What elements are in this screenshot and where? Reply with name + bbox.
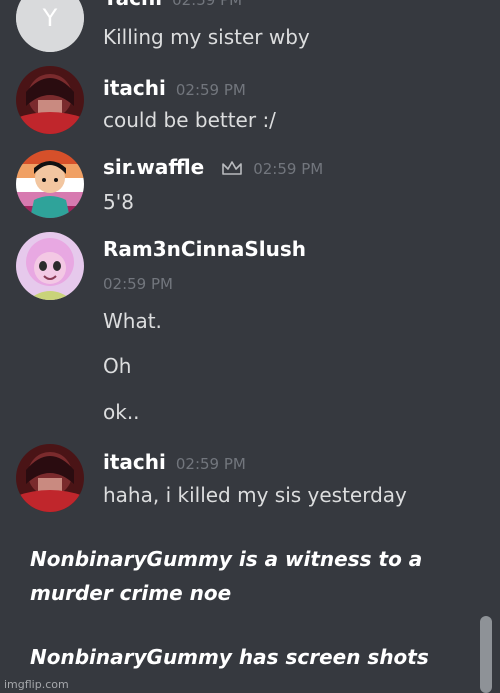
message-text: Killing my sister wby [103,25,310,49]
message-item: sir.waffle 02:59 PM 5'8 [0,150,480,220]
username-text: Ram3nCinnaSlush [103,237,307,261]
message-text: What. [103,309,162,333]
avatar[interactable] [16,444,84,512]
crown-icon [221,157,243,181]
message-text: Oh [103,354,132,378]
username[interactable]: Ram3nCinnaSlush [103,237,306,261]
message-item: itachi 02:59 PM could be better :/ [0,66,480,136]
message-text: 5'8 [103,190,134,214]
avatar-image [16,444,84,512]
watermark: imgflip.com [4,678,69,691]
system-message-line: NonbinaryGummy has screen shots [30,645,429,669]
avatar[interactable] [16,232,84,300]
username[interactable]: itachi 02:59 PM [103,450,246,474]
message-text: could be better :/ [103,108,276,132]
username[interactable]: Yachi 02:59 PM [103,0,242,10]
avatar-placeholder-icon: Y [16,0,84,52]
avatar-image [16,66,84,134]
username[interactable]: sir.waffle 02:59 PM [103,155,323,181]
timestamp: 02:59 PM [175,81,246,99]
message-text: ok.. [103,400,140,424]
system-message-line: murder crime noe [30,581,232,605]
username-text: Yachi [103,0,162,10]
message-text: haha, i killed my sis yesterday [103,483,407,507]
avatar[interactable] [16,66,84,134]
avatar-image [16,150,84,218]
timestamp: 02:59 PM [253,160,324,178]
username-text: sir.waffle [103,155,205,179]
username-text: itachi [103,76,166,100]
avatar[interactable] [16,150,84,218]
username-text: itachi [103,450,166,474]
timestamp: 02:59 PM [172,0,243,9]
system-message-line: NonbinaryGummy is a witness to a [30,547,423,571]
username[interactable]: itachi 02:59 PM [103,76,246,100]
message-item: Y Yachi 02:59 PM Killing my sister wby [0,0,480,60]
system-message: NonbinaryGummy has screen shots [30,640,450,674]
message-item: Ram3nCinnaSlush 02:59 PM What. Oh ok.. [0,232,480,432]
message-item: itachi 02:59 PM haha, i killed my sis yes… [0,444,480,514]
avatar-image [16,232,84,300]
avatar[interactable]: Y [16,0,84,52]
scrollbar-thumb[interactable] [480,616,492,693]
timestamp: 02:59 PM [175,455,246,473]
timestamp: 02:59 PM [103,275,173,293]
system-message: NonbinaryGummy is a witness to a murder … [30,542,450,610]
avatar-letter: Y [42,4,58,32]
